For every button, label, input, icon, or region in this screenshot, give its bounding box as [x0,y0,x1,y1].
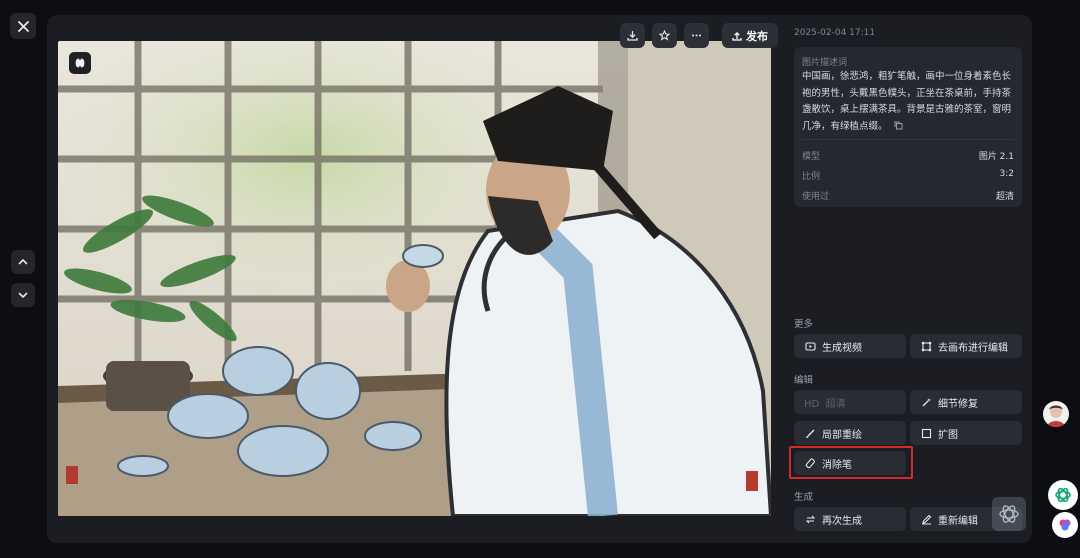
chevron-up-icon [18,258,28,265]
download-button[interactable] [620,23,645,48]
more-icon [692,34,701,37]
star-icon [659,30,670,41]
meta-value: 3:2 [999,169,1014,179]
model-logo-icon [75,58,85,68]
button-label: 局部重绘 [822,429,862,441]
meta-row-model: 模型 图片 2.1 [802,149,1014,162]
prompt-description: 中国画，徐悲鸿，粗犷笔触，画中一位身着素色长袍的男性，头戴黑色幞头，正坐在茶桌前… [802,69,1016,135]
watermark-logo [992,497,1026,531]
eraser-highlight-box [789,446,913,479]
generate-video-button[interactable]: 生成视频 [794,334,906,358]
description-title: 图片描述词 [802,58,848,68]
button-label: HD 超清 [804,398,846,410]
image-toolbar: 发布 [620,23,778,48]
prompt-text: 中国画，徐悲鸿，粗犷笔触，画中一位身着素色长袍的男性，头戴黑色幞头，正坐在茶桌前… [802,71,1012,132]
download-icon [627,31,638,41]
brain-icon [1059,519,1071,531]
next-image-button[interactable] [11,283,35,307]
creation-timestamp: 2025-02-04 17:11 [794,28,876,38]
section-label-more: 更多 [794,319,814,330]
avatar-image [1047,405,1065,427]
button-label: 生成视频 [822,342,862,354]
ai-assistant-widget-button[interactable] [1052,512,1078,538]
section-label-generate: 生成 [794,492,814,503]
canvas-edit-button[interactable]: 去画布进行编辑 [910,334,1022,358]
chatgpt-widget-button[interactable] [1048,480,1078,510]
favorite-button[interactable] [652,23,677,48]
close-button[interactable] [10,13,36,39]
meta-row-used: 使用过 超清 [802,189,1014,202]
inpaint-button[interactable]: 局部重绘 [794,421,906,445]
publish-label: 发布 [746,29,768,43]
publish-button[interactable]: 发布 [722,23,778,48]
meta-key: 模型 [802,152,821,162]
meta-value: 图片 2.1 [978,152,1014,162]
assistant-avatar[interactable] [1043,401,1069,427]
meta-row-ratio: 比例 3:2 [802,169,1014,182]
upload-icon [732,31,742,41]
meta-key: 使用过 [802,192,830,202]
button-label: 去画布进行编辑 [938,342,1008,354]
previous-image-button[interactable] [11,250,35,274]
copy-icon[interactable] [894,121,903,130]
more-options-button[interactable] [684,23,709,48]
button-label: 再次生成 [822,515,862,527]
pencil-icon [920,513,932,525]
expand-image-button[interactable]: 扩图 [910,421,1022,445]
watermark-icon [999,505,1019,523]
video-icon [804,340,816,352]
prompt-info-card: 图片描述词 中国画，徐悲鸿，粗犷笔触，画中一位身着素色长袍的男性，头戴黑色幞头，… [794,47,1022,207]
canvas-icon [920,340,932,352]
meta-key: 比例 [802,172,821,182]
generated-image[interactable] [58,41,771,516]
magic-wand-icon [920,396,932,408]
close-icon [17,20,29,32]
expand-icon [920,427,932,439]
chevron-down-icon [18,292,28,299]
button-label: 扩图 [938,429,958,441]
brush-icon [804,427,816,439]
section-label-edit: 编辑 [794,375,814,386]
meta-value: 超清 [995,192,1014,202]
button-label: 细节修复 [938,398,978,410]
openai-icon [1055,487,1071,503]
regenerate-button[interactable]: 再次生成 [794,507,906,531]
ink-painting-illustration [58,41,771,516]
refresh-icon [804,513,816,525]
model-badge[interactable] [69,52,91,74]
detail-repair-button[interactable]: 细节修复 [910,390,1022,414]
button-label: 重新编辑 [938,515,978,527]
info-divider [802,139,1014,140]
hd-upscale-button[interactable]: HD 超清 [794,390,906,414]
